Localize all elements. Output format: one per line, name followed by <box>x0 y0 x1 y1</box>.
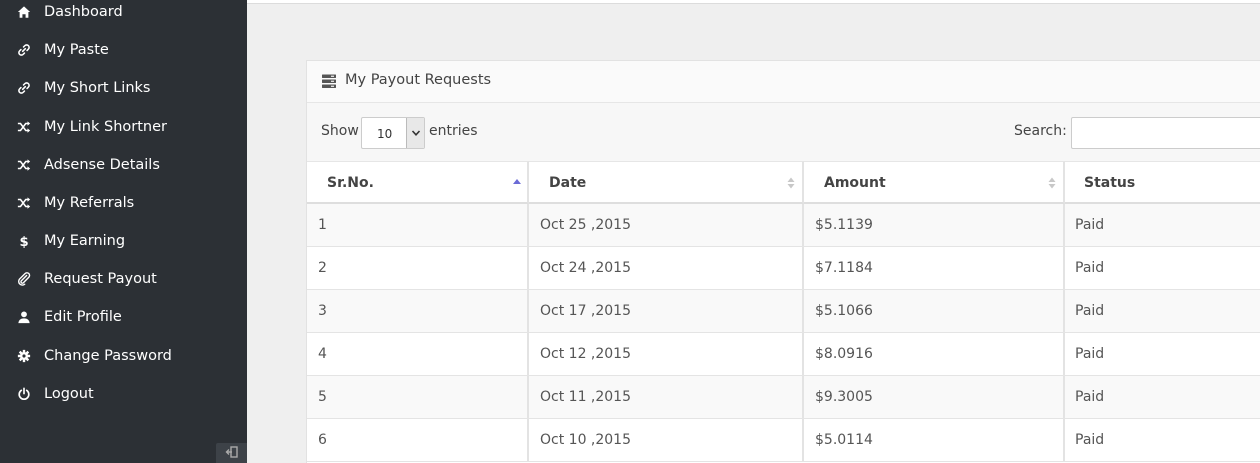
sidebar-item-label: My Paste <box>44 42 109 58</box>
sidebar-item-my-short-links[interactable]: My Short Links <box>0 70 247 106</box>
sidebar-item-label: Logout <box>44 386 94 402</box>
sidebar-item-edit-profile[interactable]: Edit Profile <box>0 299 247 335</box>
table-controls: Show 10 entries Search: <box>307 103 1260 161</box>
sidebar-item-label: Change Password <box>44 348 172 364</box>
sidebar-item-label: Dashboard <box>44 4 123 20</box>
entries-label: entries <box>429 123 478 139</box>
svg-text:$: $ <box>19 235 28 248</box>
table-row: 6 Oct 10 ,2015 $5.0114 Paid <box>307 419 1260 462</box>
shuffle-icon <box>16 195 32 211</box>
column-header-date[interactable]: Date <box>529 161 804 204</box>
sidebar-item-change-password[interactable]: Change Password <box>0 338 247 374</box>
sidebar-item-dashboard[interactable]: Dashboard <box>0 0 247 30</box>
sidebar-item-logout[interactable]: Logout <box>0 376 247 412</box>
table-row: 3 Oct 17 ,2015 $5.1066 Paid <box>307 290 1260 333</box>
home-icon <box>16 4 32 20</box>
entries-per-page-select[interactable]: 10 <box>361 117 425 149</box>
sidebar-item-my-earning[interactable]: $ My Earning <box>0 223 247 259</box>
sidebar-item-label: My Referrals <box>44 195 135 211</box>
sidebar: Dashboard My Paste My Short Links My Lin… <box>0 0 247 463</box>
panel-header: My Payout Requests <box>307 61 1260 103</box>
server-icon <box>321 73 337 89</box>
sort-both-icon <box>786 175 796 191</box>
top-bar <box>247 0 1260 4</box>
link-icon <box>16 42 32 58</box>
gear-icon <box>16 348 32 364</box>
link-icon <box>16 80 32 96</box>
sort-both-icon <box>1047 175 1057 191</box>
paperclip-icon <box>16 271 32 287</box>
search-input[interactable] <box>1071 117 1260 149</box>
table-row: 4 Oct 12 ,2015 $8.0916 Paid <box>307 333 1260 376</box>
shuffle-icon <box>16 119 32 135</box>
sidebar-item-label: Request Payout <box>44 271 157 287</box>
sidebar-item-label: Edit Profile <box>44 309 122 325</box>
user-icon <box>16 309 32 325</box>
sidebar-item-my-paste[interactable]: My Paste <box>0 32 247 68</box>
sidebar-item-request-payout[interactable]: Request Payout <box>0 261 247 297</box>
sidebar-item-label: My Link Shortner <box>44 119 167 135</box>
shuffle-icon <box>16 157 32 173</box>
entries-per-page-value: 10 <box>377 127 393 141</box>
sidebar-collapse-button[interactable] <box>216 443 247 463</box>
dollar-icon: $ <box>16 233 32 249</box>
sidebar-item-adsense-details[interactable]: Adsense Details <box>0 147 247 183</box>
table-row: 1 Oct 25 ,2015 $5.1139 Paid <box>307 204 1260 247</box>
sidebar-item-my-referrals[interactable]: My Referrals <box>0 185 247 221</box>
column-header-sr-no[interactable]: Sr.No. <box>307 161 529 204</box>
column-header-amount[interactable]: Amount <box>804 161 1065 204</box>
sort-ascending-icon <box>512 175 522 191</box>
sidebar-item-label: My Earning <box>44 233 126 249</box>
collapse-arrow-icon <box>225 444 239 463</box>
table-row: 5 Oct 11 ,2015 $9.3005 Paid <box>307 376 1260 419</box>
sidebar-item-my-link-shortner[interactable]: My Link Shortner <box>0 109 247 145</box>
panel-title: My Payout Requests <box>345 72 492 88</box>
search-label: Search: <box>1014 123 1067 139</box>
chevron-down-icon <box>406 118 424 148</box>
power-icon <box>16 386 32 402</box>
payout-requests-panel: My Payout Requests Show 10 entries Searc… <box>306 60 1260 463</box>
sidebar-item-label: My Short Links <box>44 80 151 96</box>
column-header-status[interactable]: Status <box>1065 161 1260 204</box>
sidebar-item-label: Adsense Details <box>44 157 160 173</box>
show-label: Show <box>321 123 359 139</box>
table-row: 2 Oct 24 ,2015 $7.1184 Paid <box>307 247 1260 290</box>
